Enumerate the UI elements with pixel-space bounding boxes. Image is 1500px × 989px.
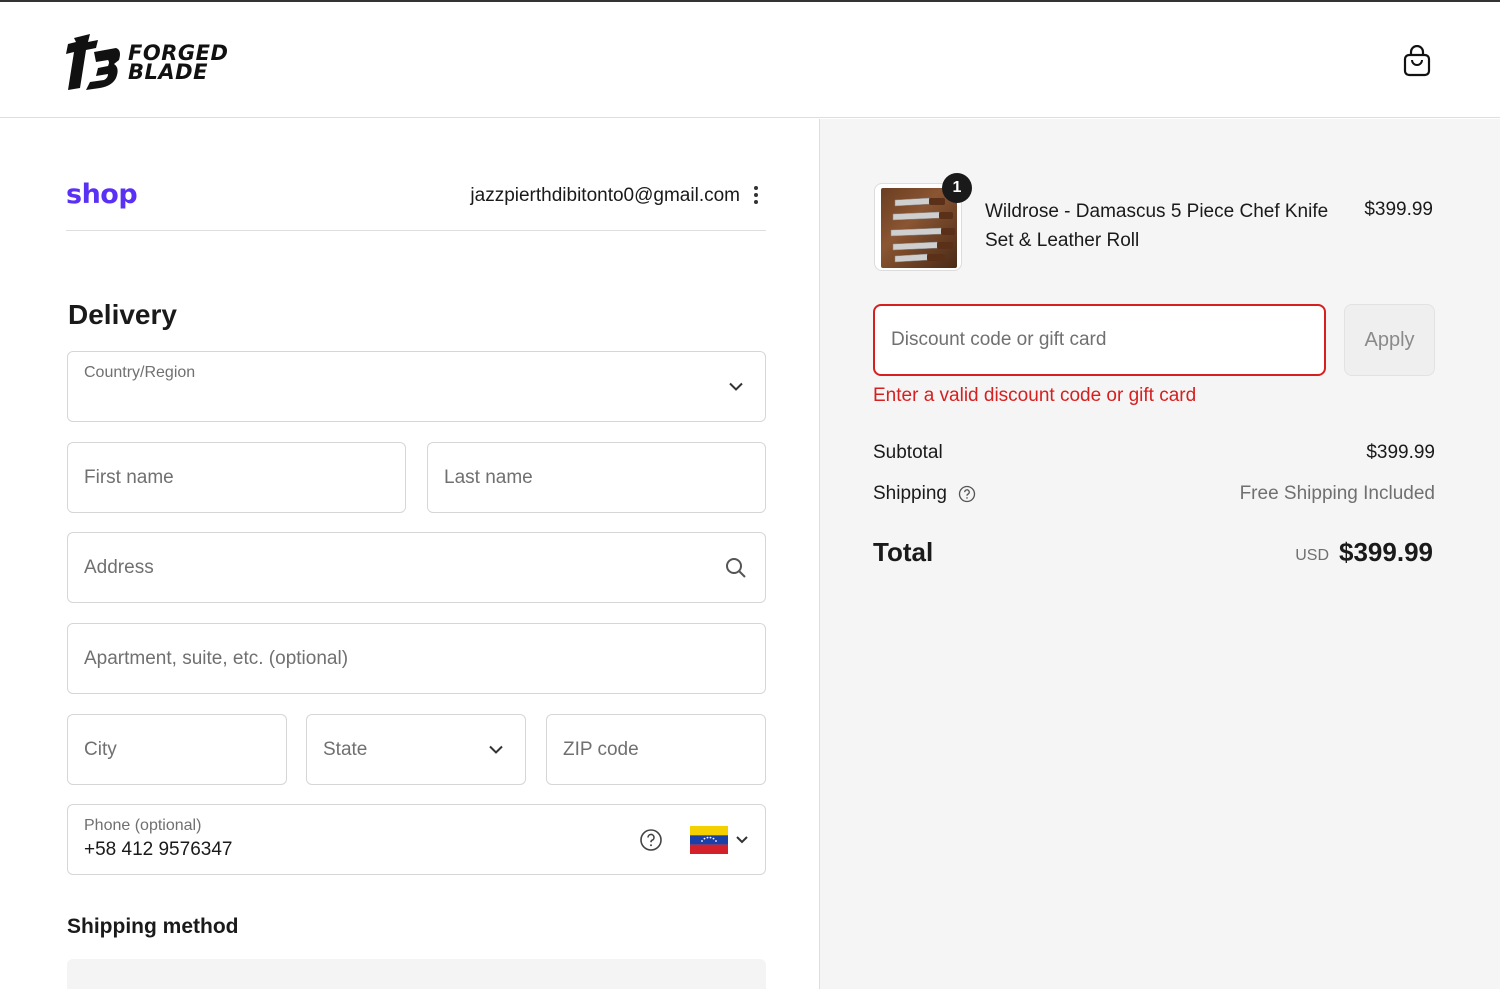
phone-label: Phone (optional) [84, 817, 202, 834]
shipping-row: Shipping Free Shipping Included [873, 483, 1435, 511]
total-label: Total [873, 537, 934, 567]
shipping-value: Free Shipping Included [1239, 483, 1435, 504]
city-placeholder: City [84, 738, 117, 760]
search-icon [726, 557, 746, 578]
discount-error-message: Enter a valid discount code or gift card [873, 385, 1197, 406]
cart-quantity-badge: 1 [942, 173, 972, 203]
product-price: $399.99 [1364, 199, 1433, 220]
venezuela-flag-icon [690, 825, 728, 854]
phone-field[interactable]: Phone (optional) +58 412 9576347 [67, 804, 766, 875]
account-email: jazzpierthdibitonto0@gmail.com [470, 185, 740, 206]
shipping-method-notice [67, 959, 766, 989]
product-name: Wildrose - Damascus 5 Piece Chef Knife S… [985, 201, 1329, 251]
shipping-method-heading: Shipping method [67, 915, 239, 938]
delivery-heading: Delivery [68, 299, 177, 330]
help-circle-icon[interactable] [958, 485, 976, 503]
discount-code-placeholder: Discount code or gift card [891, 329, 1107, 350]
shop-pay-logo: shop [66, 179, 138, 210]
address-placeholder: Address [84, 556, 154, 578]
help-circle-icon[interactable] [639, 828, 663, 852]
zip-code-field[interactable]: ZIP code [546, 714, 766, 785]
address-field[interactable]: Address [67, 532, 766, 603]
phone-value: +58 412 9576347 [84, 839, 233, 860]
knife-set-image [881, 188, 957, 268]
apartment-placeholder: Apartment, suite, etc. (optional) [84, 647, 349, 669]
chevron-down-icon [489, 745, 503, 754]
first-name-field[interactable]: First name [67, 442, 406, 513]
discount-code-input[interactable]: Discount code or gift card [873, 304, 1326, 376]
state-placeholder: State [323, 738, 368, 760]
shipping-label-wrap: Shipping [873, 483, 976, 505]
last-name-placeholder: Last name [444, 466, 533, 488]
total-currency: USD [1295, 547, 1329, 564]
state-select[interactable]: State [306, 714, 526, 785]
country-region-label: Country/Region [84, 364, 196, 381]
account-menu-kebab-icon[interactable] [746, 183, 766, 207]
subtotal-value: $399.99 [1366, 442, 1435, 463]
brand-name: FORGED BLADE [128, 43, 228, 84]
site-header: FORGED BLADE [0, 2, 1500, 118]
apartment-field[interactable]: Apartment, suite, etc. (optional) [67, 623, 766, 694]
chevron-down-icon [736, 835, 748, 843]
brand-line-2: BLADE [128, 60, 208, 84]
knife-set-illustration [890, 197, 955, 263]
forged-blade-logo[interactable]: FORGED BLADE [64, 30, 234, 92]
subtotal-row: Subtotal $399.99 [873, 442, 1435, 470]
country-region-select[interactable]: Country/Region [67, 351, 766, 422]
forged-blade-logo-mark-icon [66, 34, 120, 90]
apply-discount-button[interactable]: Apply [1344, 304, 1435, 376]
checkout-form-panel: shop jazzpierthdibitonto0@gmail.com Deli… [0, 119, 819, 989]
last-name-field[interactable]: Last name [427, 442, 766, 513]
order-summary-panel: 1 Wildrose - Damascus 5 Piece Chef Knife… [819, 119, 1500, 989]
zip-code-placeholder: ZIP code [563, 738, 639, 760]
phone-country-selector[interactable] [690, 825, 750, 855]
subtotal-label: Subtotal [873, 442, 943, 463]
city-field[interactable]: City [67, 714, 287, 785]
cart-button[interactable] [1398, 42, 1436, 80]
shopping-bag-icon [1403, 45, 1431, 77]
chevron-down-icon [729, 382, 743, 391]
total-value: $399.99 [1339, 537, 1433, 567]
shop-pay-account-row: shop jazzpierthdibitonto0@gmail.com [66, 179, 766, 231]
shipping-label: Shipping [873, 483, 947, 504]
first-name-placeholder: First name [84, 466, 174, 488]
